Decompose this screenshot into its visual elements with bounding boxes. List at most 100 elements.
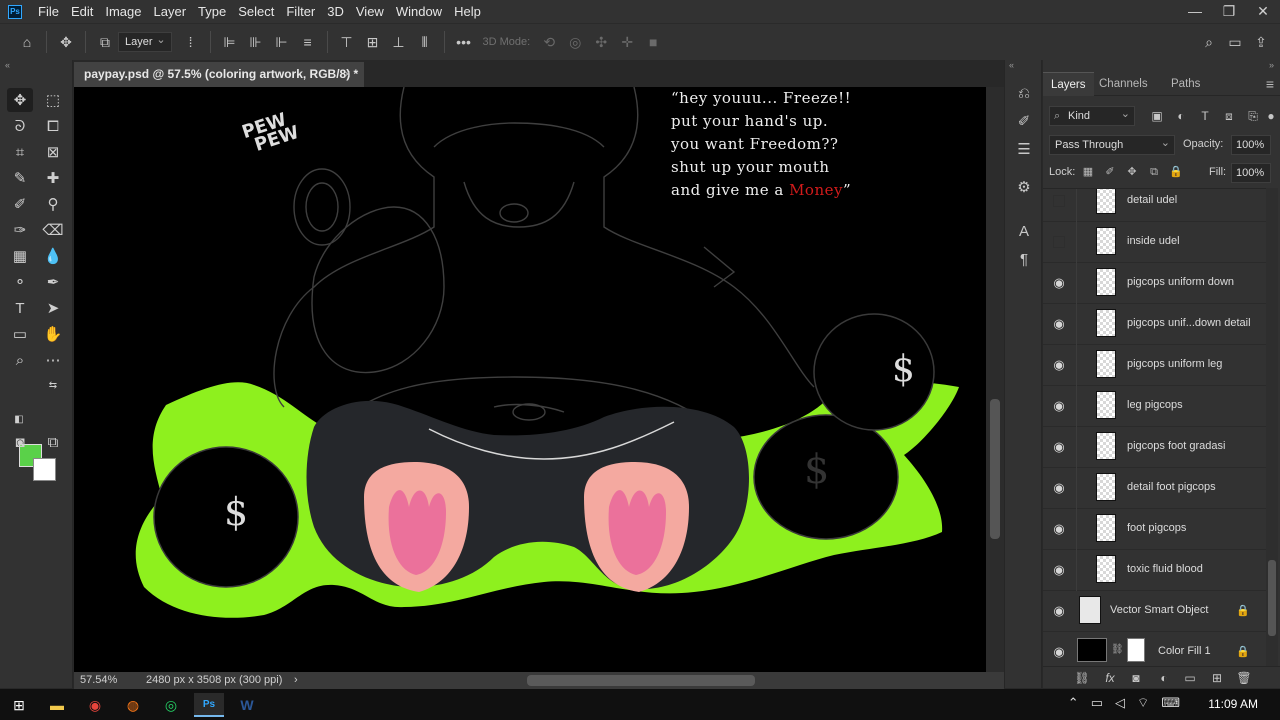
- layer-row[interactable]: ◉ detail foot pigcops: [1043, 468, 1266, 509]
- layer-row[interactable]: ◉ leg pigcops: [1043, 386, 1266, 427]
- distribute-vertical-icon[interactable]: ≡: [295, 29, 321, 55]
- start-icon[interactable]: ⊞: [4, 693, 34, 717]
- home-icon[interactable]: ⌂: [14, 29, 40, 55]
- link-layers-icon[interactable]: ⛓: [1073, 670, 1091, 686]
- horizontal-scrollbar-thumb[interactable]: [527, 675, 755, 686]
- menu-edit[interactable]: Edit: [65, 0, 99, 23]
- layer-list-scrollbar[interactable]: [1266, 188, 1278, 666]
- clock[interactable]: 11:09 AM: [1208, 697, 1258, 711]
- align-left-icon[interactable]: ⊫: [217, 29, 243, 55]
- close-document-icon[interactable]: ×: [344, 62, 351, 87]
- fx-icon[interactable]: fx: [1101, 670, 1119, 686]
- canvas-vertical-scrollbar[interactable]: [986, 87, 1004, 672]
- eye-icon[interactable]: ◉: [1052, 645, 1066, 659]
- layer-row[interactable]: ◉ foot pigcops: [1043, 509, 1266, 550]
- share-icon[interactable]: ⇪: [1248, 29, 1274, 55]
- screen-mode-icon[interactable]: ⧉: [40, 430, 66, 454]
- gradient-tool-icon[interactable]: ▦: [7, 244, 33, 268]
- swap-colors-icon[interactable]: ⇆: [46, 378, 60, 392]
- background-color-swatch[interactable]: [33, 458, 56, 481]
- eye-icon[interactable]: ◉: [1052, 604, 1066, 618]
- whatsapp-icon[interactable]: ◎: [156, 693, 186, 717]
- brush-tool-icon[interactable]: ✐: [7, 192, 33, 216]
- scrollbar-thumb[interactable]: [990, 399, 1000, 539]
- frame-tool-icon[interactable]: ⊠: [40, 140, 66, 164]
- align-top-icon[interactable]: ⊤: [334, 29, 360, 55]
- collapse-icon[interactable]: «: [1009, 60, 1014, 70]
- shape-filter-icon[interactable]: ⧈: [1221, 108, 1237, 124]
- menu-file[interactable]: File: [32, 0, 65, 23]
- collapse-icon[interactable]: «: [5, 60, 10, 70]
- object-selection-tool-icon[interactable]: ⧠: [40, 114, 66, 138]
- transform-controls-icon[interactable]: ⁞: [178, 29, 204, 55]
- filter-toggle-icon[interactable]: ●: [1263, 108, 1279, 124]
- menu-select[interactable]: Select: [232, 0, 280, 23]
- zoom-level[interactable]: 57.54%: [80, 674, 117, 686]
- delete-layer-icon[interactable]: 🗑: [1235, 670, 1253, 686]
- adjustments-panel-icon[interactable]: ☰: [1014, 140, 1034, 160]
- menu-3d[interactable]: 3D: [321, 0, 350, 23]
- menu-help[interactable]: Help: [448, 0, 487, 23]
- layer-row[interactable]: detail udel: [1043, 189, 1266, 222]
- add-mask-icon[interactable]: ◙: [1127, 670, 1145, 686]
- eye-icon[interactable]: ◉: [1052, 276, 1066, 290]
- eye-icon[interactable]: ◉: [1052, 481, 1066, 495]
- default-colors-icon[interactable]: ◧: [12, 412, 26, 426]
- menu-view[interactable]: View: [350, 0, 390, 23]
- smart-object-filter-icon[interactable]: ⎘: [1245, 108, 1261, 124]
- pen-tool-icon[interactable]: ✒: [40, 270, 66, 294]
- auto-select-target-dropdown[interactable]: Layer: [118, 31, 172, 52]
- zoom-tool-icon[interactable]: ⌕: [7, 348, 33, 372]
- lock-all-icon[interactable]: 🔒: [1169, 165, 1183, 179]
- word-icon[interactable]: W: [232, 693, 262, 717]
- restore-button[interactable]: ❐: [1212, 0, 1246, 23]
- lasso-tool-icon[interactable]: ᘐ: [7, 114, 33, 138]
- layer-row[interactable]: ◉ pigcops foot gradasi: [1043, 427, 1266, 468]
- history-panel-icon[interactable]: ⎌: [1014, 84, 1034, 104]
- adjustment-filter-icon[interactable]: ◐: [1173, 108, 1189, 124]
- photoshop-taskbar-icon[interactable]: Ps: [194, 693, 224, 717]
- menu-window[interactable]: Window: [390, 0, 448, 23]
- layer-row[interactable]: ◉ Vector Smart Object 🔒: [1043, 591, 1266, 632]
- history-brush-tool-icon[interactable]: ✑: [7, 218, 33, 242]
- eye-icon[interactable]: ◉: [1052, 317, 1066, 331]
- align-right-icon[interactable]: ⊩: [269, 29, 295, 55]
- type-tool-icon[interactable]: T: [7, 296, 33, 320]
- document-tab[interactable]: paypay.psd @ 57.5% (coloring artwork, RG…: [74, 62, 364, 87]
- auto-select-icon[interactable]: ⧉: [92, 29, 118, 55]
- dodge-tool-icon[interactable]: ⚬: [7, 270, 33, 294]
- panel-menu-icon[interactable]: ≡: [1266, 76, 1274, 92]
- pixel-filter-icon[interactable]: ▣: [1149, 108, 1165, 124]
- close-button[interactable]: ✕: [1246, 0, 1280, 23]
- path-selection-tool-icon[interactable]: ➤: [40, 296, 66, 320]
- search-icon[interactable]: ⌕: [1196, 29, 1222, 55]
- menu-layer[interactable]: Layer: [148, 0, 193, 23]
- new-group-icon[interactable]: ▭: [1181, 670, 1199, 686]
- properties-panel-icon[interactable]: ⚙: [1014, 178, 1034, 198]
- tab-paths[interactable]: Paths: [1163, 72, 1208, 96]
- blur-tool-icon[interactable]: 💧: [40, 244, 66, 268]
- volume-icon[interactable]: ◁: [1115, 695, 1125, 711]
- eyedropper-tool-icon[interactable]: ✎: [7, 166, 33, 190]
- edit-toolbar-icon[interactable]: ⋯: [40, 348, 66, 372]
- brush-settings-icon[interactable]: ✐: [1014, 112, 1034, 132]
- marquee-tool-icon[interactable]: ⬚: [40, 88, 66, 112]
- quick-mask-icon[interactable]: ◙: [7, 430, 33, 454]
- layer-row[interactable]: inside udel: [1043, 222, 1266, 263]
- menu-type[interactable]: Type: [192, 0, 232, 23]
- lock-position-icon[interactable]: ✥: [1125, 165, 1139, 179]
- language-icon[interactable]: ⌨: [1161, 695, 1180, 711]
- rectangle-tool-icon[interactable]: ▭: [7, 322, 33, 346]
- distribute-horizontal-icon[interactable]: ⦀: [412, 29, 438, 55]
- lock-image-pixels-icon[interactable]: ✐: [1103, 165, 1117, 179]
- layer-kind-filter-dropdown[interactable]: Kind: [1049, 105, 1135, 126]
- character-panel-icon[interactable]: A: [1014, 222, 1034, 242]
- visibility-toggle[interactable]: [1053, 195, 1065, 207]
- move-tool-icon[interactable]: ✥: [7, 88, 33, 112]
- eye-icon[interactable]: ◉: [1052, 358, 1066, 372]
- layer-row[interactable]: ◉ pigcops uniform leg: [1043, 345, 1266, 386]
- paragraph-panel-icon[interactable]: ¶: [1014, 250, 1034, 270]
- blend-mode-dropdown[interactable]: Pass Through: [1049, 134, 1175, 155]
- eye-icon[interactable]: ◉: [1052, 522, 1066, 536]
- lock-artboard-icon[interactable]: ⧉: [1147, 165, 1161, 179]
